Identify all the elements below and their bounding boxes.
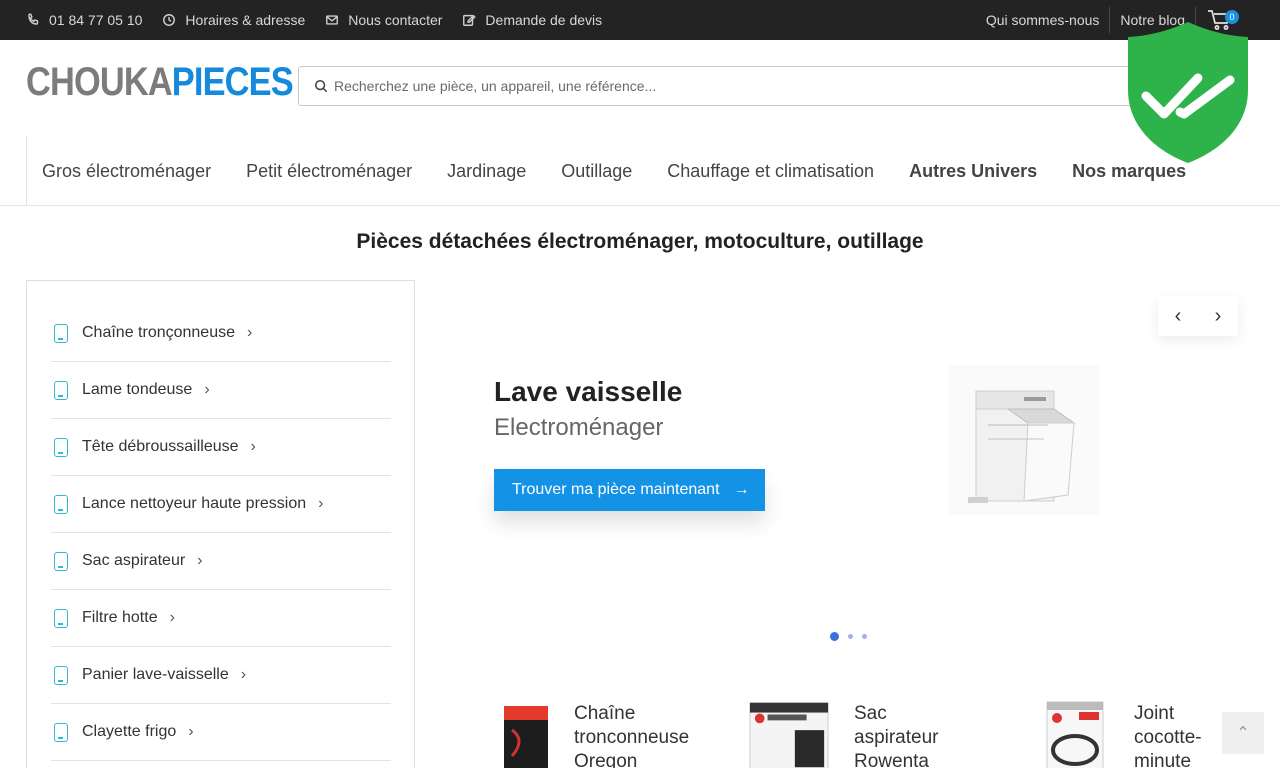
main-navigation: Gros électroménager Petit électroménager…	[0, 137, 1280, 206]
chevron-right-icon: ›	[169, 609, 175, 626]
find-part-button[interactable]: Trouver ma pièce maintenant →	[494, 469, 765, 511]
product-name: Joint cocotte- minute Seb	[1134, 702, 1202, 768]
product-name-line: Oregon	[574, 751, 638, 768]
phone-device-icon	[54, 323, 68, 343]
clock-icon	[163, 14, 176, 26]
phone-number: 01 84 77 05 10	[49, 12, 143, 28]
hours-link[interactable]: Horaires & adresse	[162, 12, 305, 28]
phone-link[interactable]: 01 84 77 05 10	[26, 12, 142, 28]
site-logo[interactable]: CHOUKAPIECES	[26, 60, 294, 104]
chevron-right-icon: ›	[250, 438, 256, 455]
phone-icon	[28, 13, 39, 25]
chevron-right-icon: ›	[204, 381, 210, 398]
search-input[interactable]	[334, 78, 1114, 94]
phone-device-icon	[54, 551, 68, 571]
dishwasher-icon	[968, 390, 1076, 503]
product-name: Sac aspirateur Rowenta	[854, 702, 939, 768]
sidebar-item-lance-nettoyeur[interactable]: Lance nettoyeur haute pression ›	[51, 476, 391, 533]
slider-dot-3[interactable]	[862, 634, 867, 639]
about-link[interactable]: Qui sommes-nous	[976, 0, 1110, 40]
nav-divider	[26, 137, 27, 205]
top-bar-links: 01 84 77 05 10 Horaires & adresse Nous c…	[26, 0, 602, 40]
slide-subtitle: Electroménager	[494, 414, 664, 441]
chevron-right-icon: ›	[197, 552, 203, 569]
logo-text-part1: CHOUKA	[26, 60, 173, 104]
product-name-line: Sac	[854, 703, 887, 724]
phone-device-icon	[54, 494, 68, 514]
nav-item-outillage[interactable]: Outillage	[561, 161, 632, 182]
sidebar-item-label: Panier lave-vaisselle	[82, 666, 229, 683]
nav-item-chauffage[interactable]: Chauffage et climatisation	[667, 161, 874, 182]
mail-icon	[326, 15, 339, 25]
category-sidebar: Chaîne tronçonneuse › Lame tondeuse › Tête…	[26, 280, 415, 768]
product-name-line: aspirateur	[854, 727, 939, 748]
sidebar-item-lame-tondeuse[interactable]: Lame tondeuse ›	[51, 362, 391, 419]
nav-item-petit-electromenager[interactable]: Petit électroménager	[246, 161, 412, 182]
slider-dot-2[interactable]	[848, 634, 853, 639]
chevron-right-icon: ›	[240, 666, 247, 683]
product-name-line: Chaîne	[574, 703, 636, 724]
slider-prev-button[interactable]: ‹	[1158, 296, 1198, 336]
phone-device-icon	[54, 722, 68, 742]
slider-next-button[interactable]: ›	[1198, 296, 1238, 336]
dishwasher-image	[948, 365, 1100, 515]
chevron-right-icon: ›	[318, 495, 324, 512]
scroll-to-top-button[interactable]: ⌃	[1222, 712, 1264, 754]
logo-text-part2: PIECES	[171, 60, 294, 104]
chevron-up-icon: ⌃	[1236, 725, 1250, 742]
contact-label: Nous contacter	[348, 12, 443, 28]
phone-device-icon	[54, 380, 68, 400]
chain-package-image	[504, 706, 548, 768]
product-name-line: Rowenta	[854, 751, 929, 768]
sidebar-item-label: Filtre hotte	[82, 609, 158, 626]
sidebar-item-label: Lame tondeuse	[82, 381, 193, 398]
slider-navigation: ‹ ›	[1158, 296, 1238, 336]
nav-item-jardinage[interactable]: Jardinage	[447, 161, 526, 182]
product-name-line: Joint	[1134, 703, 1175, 724]
hours-label: Horaires & adresse	[185, 12, 306, 28]
contact-link[interactable]: Nous contacter	[325, 12, 442, 28]
phone-device-icon	[54, 437, 68, 457]
product-name-line: cocotte-	[1134, 727, 1202, 748]
sidebar-item-clayette-frigo[interactable]: Clayette frigo ›	[51, 704, 391, 761]
phone-device-icon	[54, 608, 68, 628]
nav-item-gros-electromenager[interactable]: Gros électroménager	[42, 161, 211, 182]
slider-dot-1[interactable]	[830, 632, 839, 641]
nav-item-nos-marques[interactable]: Nos marques	[1072, 161, 1186, 182]
vacuum-bag-package-image	[749, 702, 829, 768]
sidebar-item-filtre-hotte[interactable]: Filtre hotte ›	[51, 590, 391, 647]
chevron-right-icon: ›	[247, 324, 253, 341]
nav-item-autres-univers[interactable]: Autres Univers	[909, 161, 1037, 182]
sidebar-item-tete-debroussailleuse[interactable]: Tête débroussailleuse ›	[51, 419, 391, 476]
sidebar-item-panier-lave-vaisselle[interactable]: Panier lave-vaisselle ›	[51, 647, 391, 704]
slide-title: Lave vaisselle	[494, 376, 683, 407]
search-bar[interactable]	[298, 66, 1168, 106]
sidebar-item-sac-aspirateur[interactable]: Sac aspirateur ›	[51, 533, 391, 590]
search-icon	[314, 79, 328, 93]
phone-device-icon	[54, 665, 68, 685]
product-name-line: tronconneuse	[574, 727, 690, 748]
slider-pagination	[830, 632, 867, 641]
sidebar-item-label: Tête débroussailleuse	[82, 438, 239, 455]
top-bar: 01 84 77 05 10 Horaires & adresse Nous c…	[0, 0, 1280, 40]
sidebar-item-label: Chaîne tronçonneuse	[82, 324, 235, 341]
quote-link[interactable]: Demande de devis	[462, 12, 602, 28]
page-title: Pièces détachées électroménager, motocul…	[356, 230, 924, 253]
edit-icon	[463, 14, 477, 26]
sidebar-item-label: Clayette frigo	[82, 723, 177, 740]
sidebar-item-label: Lance nettoyeur haute pression	[82, 495, 307, 512]
gasket-package-image	[1046, 701, 1104, 768]
arrow-right-icon: →	[733, 481, 750, 498]
find-part-button-label: Trouver ma pièce maintenant	[512, 481, 720, 498]
product-name-line: minute Seb	[1134, 751, 1192, 768]
chevron-right-icon: ›	[188, 723, 194, 740]
sidebar-item-label: Sac aspirateur	[82, 552, 186, 569]
quote-label: Demande de devis	[485, 12, 603, 28]
sidebar-item-chaine-tronconneuse[interactable]: Chaîne tronçonneuse ›	[51, 305, 391, 362]
product-name: Chaîne tronconneuse Oregon	[574, 702, 689, 768]
